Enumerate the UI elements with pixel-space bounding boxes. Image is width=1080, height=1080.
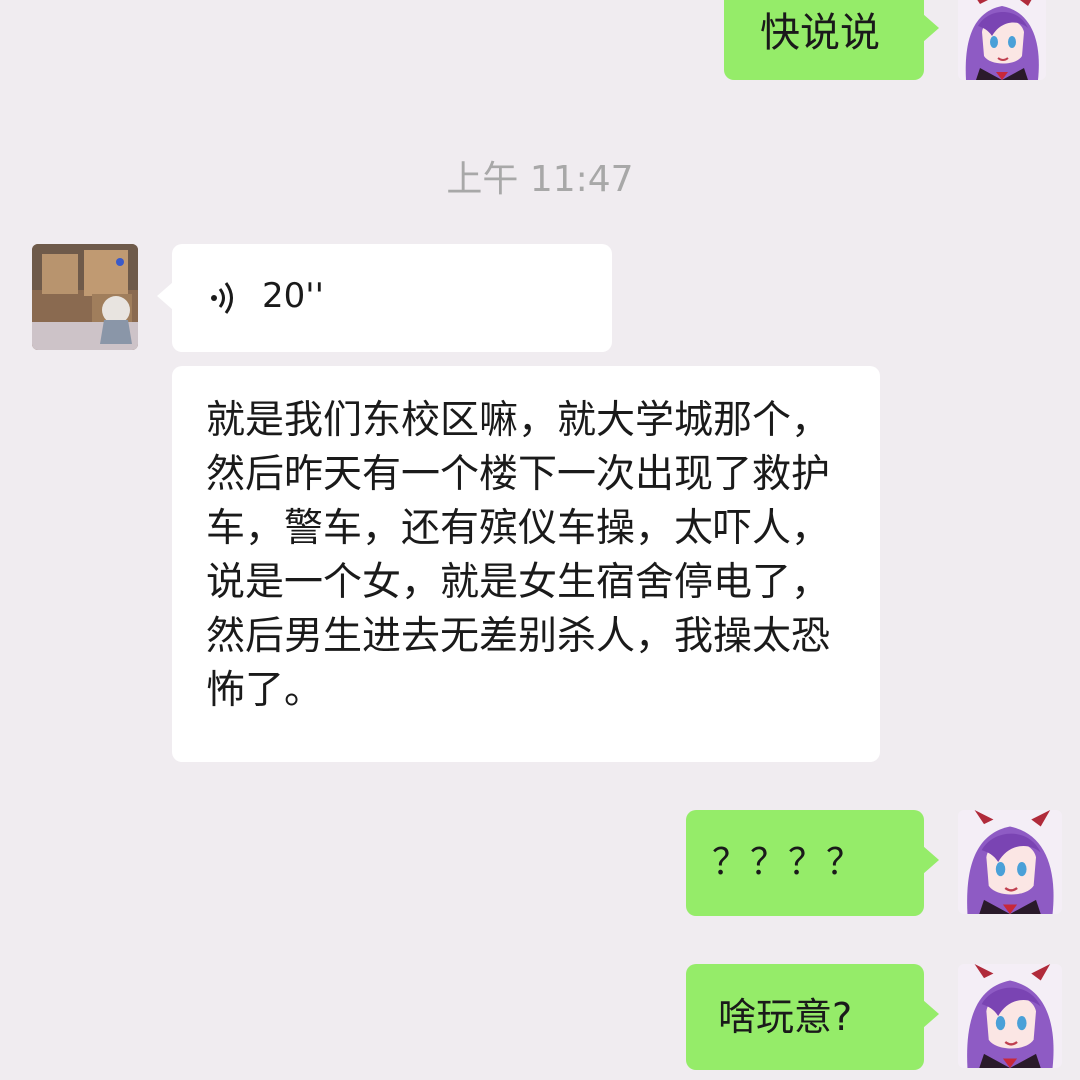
voice-wave-icon xyxy=(211,282,233,314)
anime-girl-avatar-icon xyxy=(958,0,1046,80)
message-text: 快说说 xyxy=(760,10,880,56)
contact-avatar[interactable] xyxy=(32,244,138,350)
timestamp: 上午 11:47 xyxy=(446,159,634,200)
voice-duration: 20'' xyxy=(262,276,324,316)
self-avatar[interactable] xyxy=(958,0,1046,80)
message-bubble-contact[interactable]: 就是我们东校区嘛，就大学城那个，然后昨天有一个楼下一次出现了救护车，警车，还有殡… xyxy=(172,366,880,762)
bubble-tail xyxy=(923,846,939,874)
message-bubble-self[interactable]: ？？？？ xyxy=(686,810,939,916)
voice-message-bubble[interactable]: 20'' xyxy=(157,244,612,352)
self-avatar[interactable] xyxy=(958,810,1062,914)
message-text: 就是我们东校区嘛，就大学城那个，然后昨天有一个楼下一次出现了救护车，警车，还有殡… xyxy=(206,398,831,713)
anime-girl-avatar-icon xyxy=(958,810,1062,914)
anime-girl-avatar-icon xyxy=(958,964,1062,1068)
photo-avatar-icon xyxy=(32,244,138,350)
self-avatar[interactable] xyxy=(958,964,1062,1068)
message-bubble-self[interactable]: 快说说 xyxy=(724,0,939,80)
message-bubble-self[interactable]: 啥玩意? xyxy=(686,964,939,1070)
bubble-tail xyxy=(157,282,173,310)
message-text: 啥玩意? xyxy=(718,995,853,1039)
bubble-tail xyxy=(923,14,939,42)
bubble-tail xyxy=(923,1000,939,1028)
message-text: ？？？？ xyxy=(712,842,865,883)
